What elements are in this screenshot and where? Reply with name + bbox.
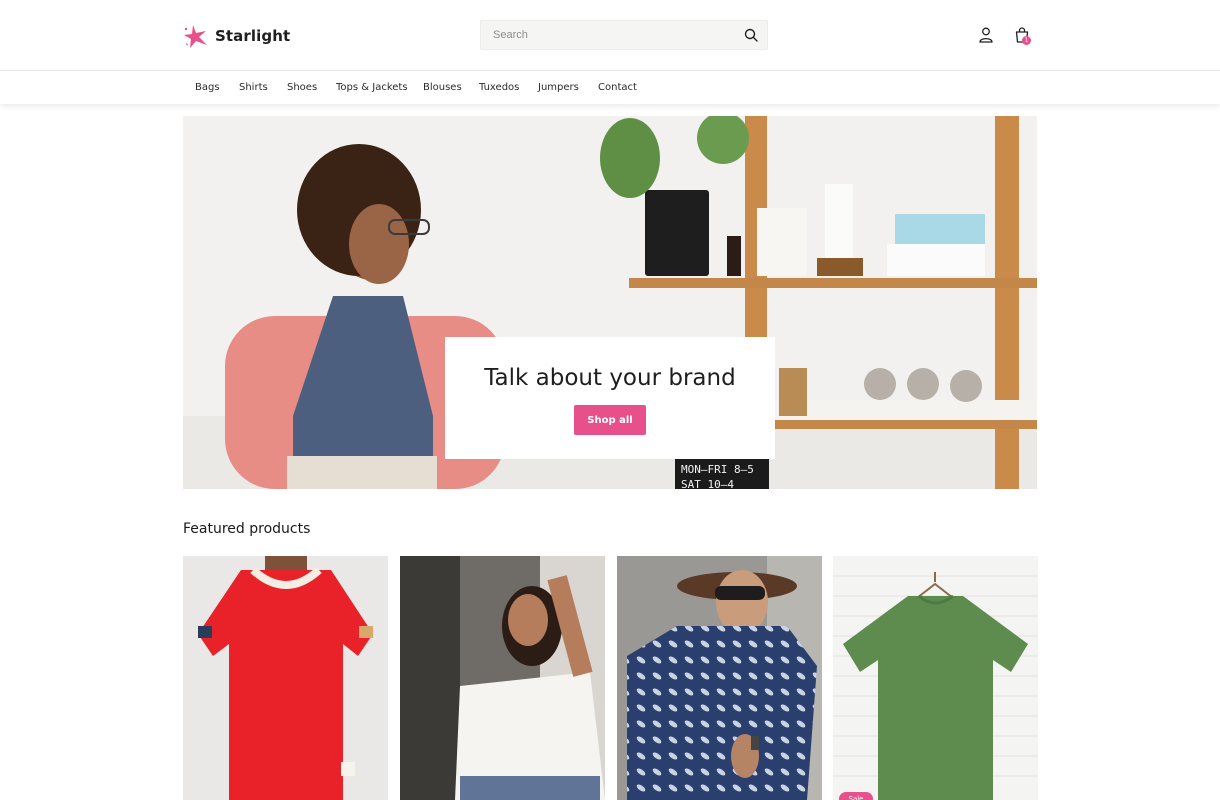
main-navigation: Bags Shirts Shoes Tops & Jackets Blouses… bbox=[0, 70, 1220, 104]
nav-item-blouses[interactable]: Blouses bbox=[423, 82, 462, 93]
site-header: Starlight 1 bbox=[0, 0, 1220, 70]
hero-banner: MON—FRI 8—5 SAT 10—4 Talk about your bra… bbox=[183, 116, 1037, 489]
cart-count-badge: 1 bbox=[1022, 36, 1031, 45]
hero-heading: Talk about your brand bbox=[484, 365, 736, 391]
brand-name: Starlight bbox=[215, 27, 291, 45]
user-icon[interactable] bbox=[977, 26, 995, 44]
hero-text-card: Talk about your brand Shop all bbox=[445, 337, 775, 459]
sale-badge: Sale bbox=[839, 792, 873, 800]
search-bar bbox=[480, 20, 768, 50]
nav-item-tops-jackets[interactable]: Tops & Jackets bbox=[336, 82, 408, 93]
product-image bbox=[400, 556, 605, 800]
shop-all-button[interactable]: Shop all bbox=[574, 405, 646, 435]
featured-products-heading: Featured products bbox=[183, 521, 311, 537]
product-image bbox=[183, 556, 388, 800]
search-input[interactable] bbox=[481, 21, 731, 49]
product-image bbox=[617, 556, 822, 800]
product-card[interactable] bbox=[400, 556, 605, 800]
search-icon[interactable] bbox=[743, 27, 759, 43]
product-image bbox=[833, 556, 1038, 800]
product-card[interactable] bbox=[617, 556, 822, 800]
nav-item-shirts[interactable]: Shirts bbox=[239, 82, 268, 93]
product-card[interactable] bbox=[183, 556, 388, 800]
product-card[interactable]: Sale bbox=[833, 556, 1038, 800]
star-logo-icon bbox=[184, 25, 207, 48]
nav-item-shoes[interactable]: Shoes bbox=[287, 82, 317, 93]
brand-logo[interactable]: Starlight bbox=[183, 22, 290, 50]
hours-sign-line1: MON—FRI 8—5 bbox=[681, 463, 754, 476]
nav-item-bags[interactable]: Bags bbox=[195, 82, 220, 93]
nav-item-contact[interactable]: Contact bbox=[598, 82, 637, 93]
nav-item-tuxedos[interactable]: Tuxedos bbox=[479, 82, 519, 93]
hours-sign-line2: SAT 10—4 bbox=[681, 478, 734, 489]
nav-item-jumpers[interactable]: Jumpers bbox=[538, 82, 579, 93]
